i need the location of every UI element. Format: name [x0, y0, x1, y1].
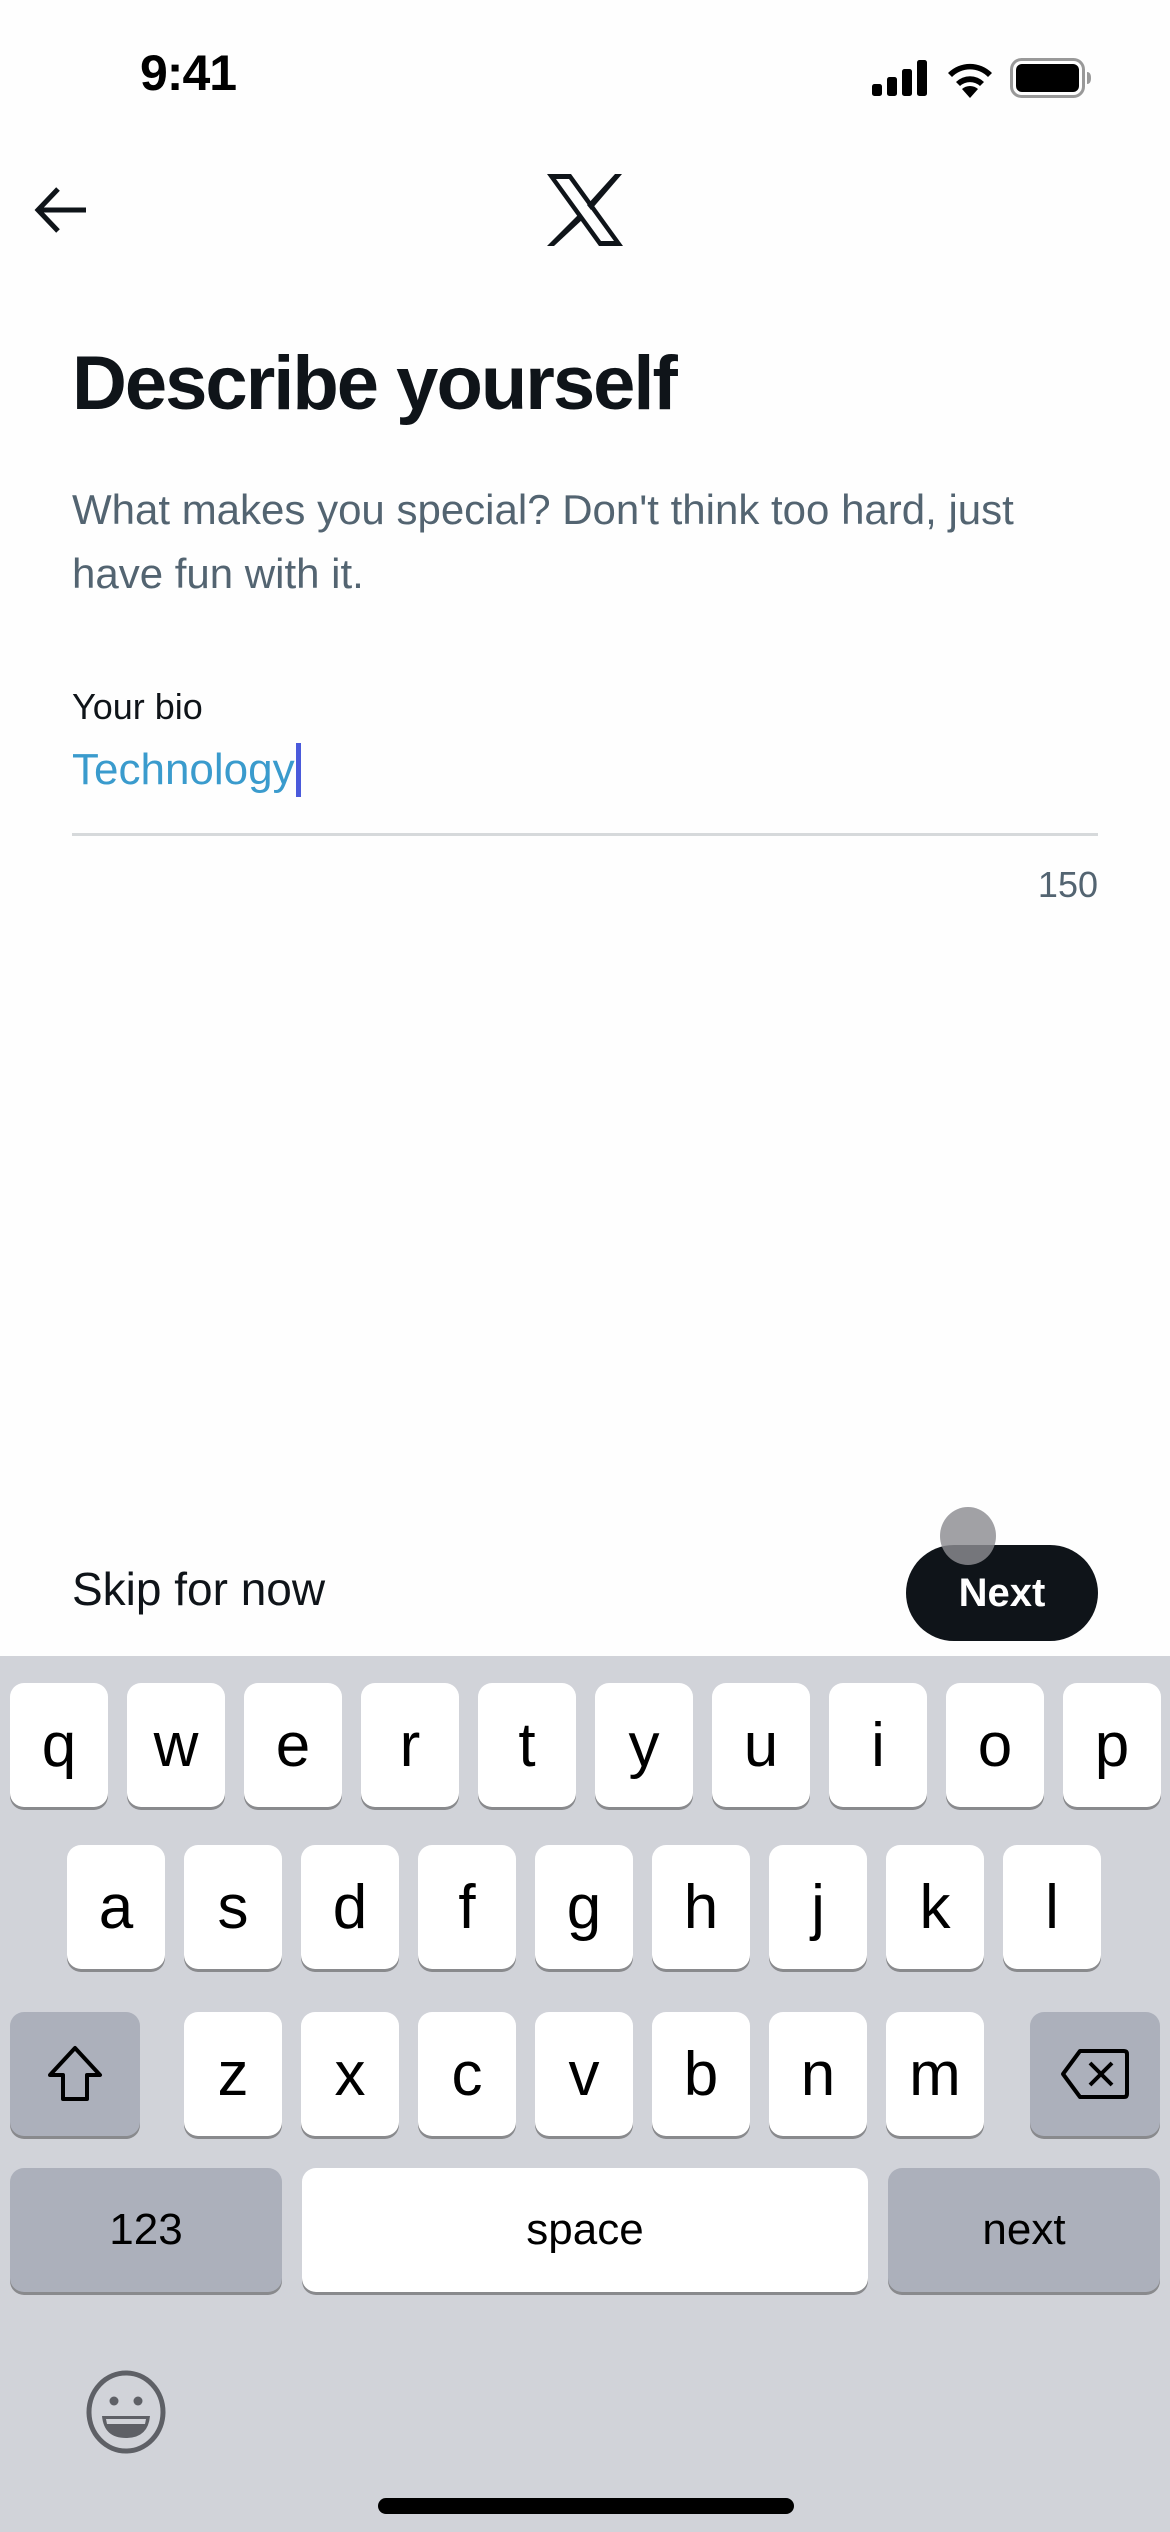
skip-for-now-button[interactable]: Skip for now [72, 1562, 325, 1616]
key-p[interactable]: p [1063, 1683, 1161, 1807]
touch-indicator [940, 1507, 996, 1565]
bio-field-label: Your bio [72, 686, 203, 727]
space-key[interactable]: space [302, 2168, 868, 2292]
key-a[interactable]: a [67, 1845, 165, 1969]
key-h[interactable]: h [652, 1845, 750, 1969]
page-title: Describe yourself [72, 341, 678, 426]
arrow-left-icon [34, 187, 86, 233]
key-t[interactable]: t [478, 1683, 576, 1807]
status-icons [872, 58, 1092, 98]
key-d[interactable]: d [301, 1845, 399, 1969]
return-next-key[interactable]: next [888, 2168, 1160, 2292]
key-n[interactable]: n [769, 2012, 867, 2136]
status-time: 9:41 [140, 45, 237, 101]
bio-input[interactable]: Technology [72, 740, 1098, 800]
key-y[interactable]: y [595, 1683, 693, 1807]
next-button[interactable]: Next [906, 1545, 1098, 1641]
key-b[interactable]: b [652, 2012, 750, 2136]
key-j[interactable]: j [769, 1845, 867, 1969]
keyboard: qwertyuiop asdfghjkl zxcvbnm 123 space n… [0, 1656, 1170, 2532]
home-indicator [378, 2498, 794, 2514]
key-c[interactable]: c [418, 2012, 516, 2136]
key-x[interactable]: x [301, 2012, 399, 2136]
status-bar: 9:41 [0, 0, 1170, 150]
key-z[interactable]: z [184, 2012, 282, 2136]
page-subtitle: What makes you special? Don't think too … [72, 486, 1014, 597]
key-m[interactable]: m [886, 2012, 984, 2136]
shift-key[interactable] [10, 2012, 140, 2136]
shift-arrow-icon [48, 2046, 102, 2101]
bio-input-underline [72, 833, 1098, 836]
key-o[interactable]: o [946, 1683, 1044, 1807]
delete-key[interactable] [1030, 2012, 1160, 2136]
key-s[interactable]: s [184, 1845, 282, 1969]
wifi-icon [948, 63, 992, 98]
key-u[interactable]: u [712, 1683, 810, 1807]
key-i[interactable]: i [829, 1683, 927, 1807]
key-g[interactable]: g [535, 1845, 633, 1969]
x-logo-icon [547, 174, 623, 246]
text-caret [295, 743, 301, 797]
key-w[interactable]: w [127, 1683, 225, 1807]
backspace-icon [1061, 2049, 1129, 2099]
battery-icon [1010, 58, 1091, 98]
cellular-signal-icon [872, 60, 927, 96]
back-button[interactable] [30, 180, 90, 240]
bio-input-value: Technology [72, 745, 295, 794]
key-f[interactable]: f [418, 1845, 516, 1969]
top-navigation [0, 150, 1170, 270]
key-l[interactable]: l [1003, 1845, 1101, 1969]
numbers-key[interactable]: 123 [10, 2168, 282, 2292]
key-q[interactable]: q [10, 1683, 108, 1807]
key-k[interactable]: k [886, 1845, 984, 1969]
key-r[interactable]: r [361, 1683, 459, 1807]
key-e[interactable]: e [244, 1683, 342, 1807]
key-v[interactable]: v [535, 2012, 633, 2136]
emoji-smiley-icon[interactable] [84, 2370, 168, 2454]
character-counter: 150 [1037, 864, 1098, 905]
